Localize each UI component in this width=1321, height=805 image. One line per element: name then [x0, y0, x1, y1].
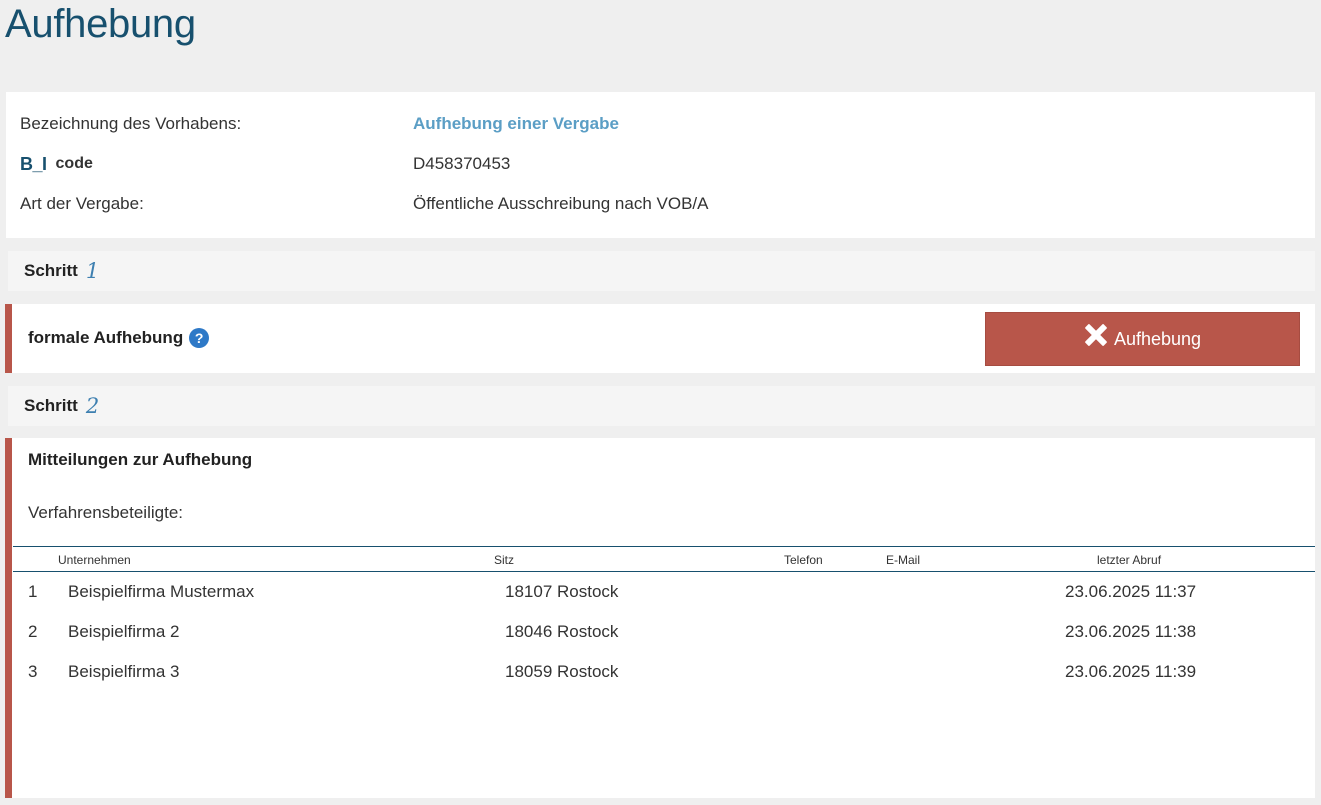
formal-aufhebung-label: formale Aufhebung [28, 328, 184, 347]
code-label-text: code [55, 155, 93, 172]
close-icon [1084, 323, 1108, 347]
row-number: 3 [28, 662, 38, 681]
table-row[interactable]: 3 Beispielfirma 3 18059 Rostock 23.06.20… [12, 652, 1314, 692]
aufhebung-button[interactable]: Aufhebung [985, 312, 1300, 366]
header-telefon[interactable]: Telefon [784, 553, 823, 567]
mitteilungen-title: Mitteilungen zur Aufhebung [28, 450, 253, 469]
step-2-number: 2 [85, 394, 100, 418]
verfahrensbeteiligte-label: Verfahrensbeteiligte: [28, 503, 183, 522]
step-1-label: Schritt [24, 261, 78, 280]
formal-aufhebung: formale Aufhebung ? [28, 328, 210, 348]
header-sitz[interactable]: Sitz [494, 553, 514, 567]
table-row[interactable]: 1 Beispielfirma Mustermax 18107 Rostock … [12, 572, 1314, 612]
bi-logo: B_I [20, 153, 47, 174]
row-letzter-abruf: 23.06.2025 11:39 [1065, 662, 1197, 681]
row-sitz: 18059 Rostock [505, 662, 619, 681]
step-2-label: Schritt [24, 396, 78, 415]
bezeichnung-label: Bezeichnung des Vorhabens: [20, 114, 242, 133]
step-1-number: 1 [85, 259, 100, 283]
info-row-code: B_I code D458370453 [20, 152, 510, 176]
page-title: Aufhebung [5, 2, 196, 46]
row-unternehmen: Beispielfirma Mustermax [68, 582, 255, 601]
info-row-art: Art der Vergabe: Öffentliche Ausschreibu… [20, 192, 708, 216]
art-label: Art der Vergabe: [20, 194, 144, 213]
row-sitz: 18107 Rostock [505, 582, 619, 601]
header-email[interactable]: E-Mail [886, 553, 920, 567]
table-row[interactable]: 2 Beispielfirma 2 18046 Rostock 23.06.20… [12, 612, 1314, 652]
code-label: B_I code [20, 154, 413, 175]
table-header: Unternehmen Sitz Telefon E-Mail letzter … [13, 546, 1315, 572]
step-1-header: Schritt 1 [8, 251, 1315, 291]
header-letzter-abruf[interactable]: letzter Abruf [1097, 553, 1161, 567]
row-number: 2 [28, 622, 38, 641]
row-letzter-abruf: 23.06.2025 11:38 [1065, 622, 1197, 641]
row-unternehmen: Beispielfirma 2 [68, 622, 180, 641]
info-row-bezeichnung: Bezeichnung des Vorhabens: Aufhebung ein… [20, 112, 619, 136]
art-value: Öffentliche Ausschreibung nach VOB/A [413, 194, 709, 213]
project-info-panel: Bezeichnung des Vorhabens: Aufhebung ein… [6, 92, 1315, 238]
step-1-body: formale Aufhebung ? Aufhebung [5, 304, 1315, 373]
row-letzter-abruf: 23.06.2025 11:37 [1065, 582, 1197, 601]
row-number: 1 [28, 582, 38, 601]
header-unternehmen[interactable]: Unternehmen [58, 553, 131, 567]
aufhebung-button-label: Aufhebung [1113, 328, 1202, 349]
row-unternehmen: Beispielfirma 3 [68, 662, 180, 681]
row-sitz: 18046 Rostock [505, 622, 619, 641]
code-value: D458370453 [413, 154, 511, 173]
bezeichnung-value: Aufhebung einer Vergabe [413, 114, 619, 133]
help-icon[interactable]: ? [189, 328, 210, 348]
step-2-body: Mitteilungen zur Aufhebung Verfahrensbet… [5, 438, 1315, 798]
step-2-header: Schritt 2 [8, 386, 1315, 426]
